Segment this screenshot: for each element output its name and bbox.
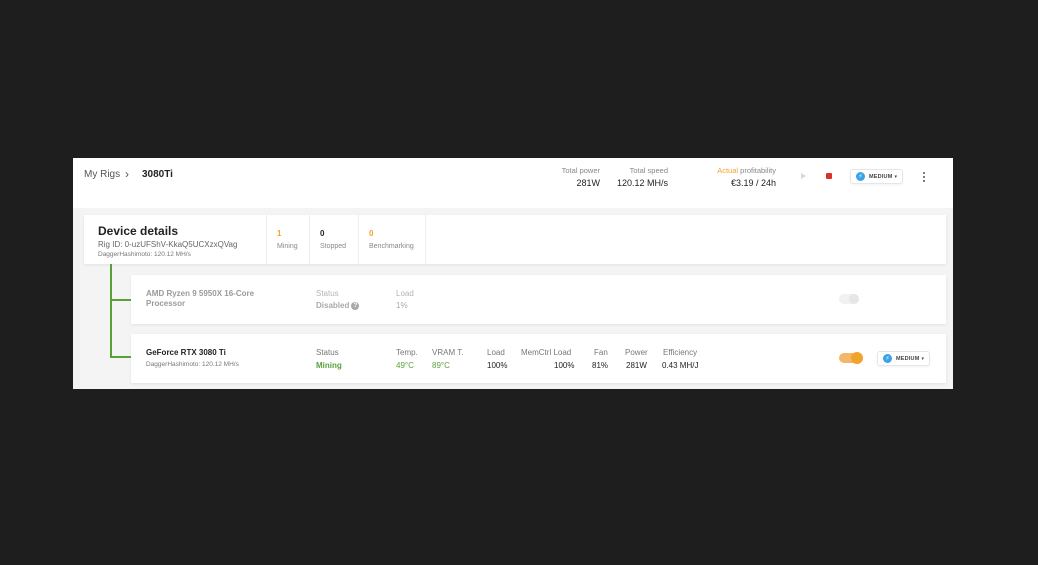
rig-algorithm-speed: DaggerHashimoto: 120.12 MH/s	[98, 251, 191, 258]
device-card-gpu: GeForce RTX 3080 Ti DaggerHashimoto: 120…	[131, 334, 946, 383]
power-mode-dropdown[interactable]: ⚡ MEDIUM ▾	[850, 169, 904, 184]
device-enable-toggle[interactable]	[839, 294, 859, 304]
chevron-down-icon: ▾	[921, 355, 925, 362]
status-text: Disabled	[316, 301, 350, 310]
breadcrumb-my-rigs[interactable]: My Rigs	[84, 169, 120, 180]
play-icon	[800, 173, 806, 179]
device-card-cpu: AMD Ryzen 9 5950X 16-Core Processor Stat…	[131, 275, 946, 324]
breadcrumb-current-rig: 3080Ti	[142, 169, 173, 180]
tree-branch	[110, 356, 132, 358]
device-algorithm-speed: DaggerHashimoto: 120.12 MH/s	[146, 361, 239, 368]
toggle-knob	[849, 294, 859, 304]
total-power-value: 281W	[576, 178, 600, 188]
status-value: Disabled?	[316, 301, 360, 310]
mining-count-value: 1	[277, 229, 282, 238]
load-value: 1%	[396, 301, 408, 310]
help-icon[interactable]: ?	[351, 301, 360, 310]
profitability-label-accent: Actual	[717, 166, 739, 175]
benchmarking-count-label: Benchmarking	[369, 243, 414, 250]
mining-count-label: Mining	[277, 243, 298, 250]
stop-icon	[826, 173, 832, 179]
bolt-icon: ⚡	[883, 354, 892, 363]
stop-button[interactable]	[821, 168, 837, 184]
chevron-down-icon: ▾	[894, 173, 898, 180]
status-label: Status	[316, 289, 339, 298]
profitability-label-rest: profitability	[738, 166, 776, 175]
fan-value: 81%	[592, 361, 609, 370]
device-details-title: Device details	[98, 224, 179, 238]
total-speed-value: 120.12 MH/s	[616, 178, 668, 188]
total-speed-label: Total speed	[629, 166, 668, 175]
stopped-count: 0 Stopped	[309, 215, 358, 264]
mining-count: 1 Mining	[266, 215, 309, 264]
device-name-line2: Processor	[146, 299, 186, 308]
play-button[interactable]	[795, 168, 811, 184]
tree-branch	[110, 299, 132, 301]
tree-connector	[110, 264, 112, 357]
status-label: Status	[316, 348, 339, 357]
power-label: Power	[625, 348, 648, 357]
power-mode-label: MEDIUM	[869, 173, 893, 180]
vram-temp-label: VRAM T.	[432, 348, 464, 357]
load-label: Load	[396, 289, 414, 298]
power-mode-label: MEDIUM	[896, 355, 920, 362]
load-label: Load	[487, 348, 505, 357]
benchmarking-count: 0 Benchmarking	[358, 215, 426, 264]
efficiency-value: 0.43 MH/J	[662, 361, 699, 370]
total-power-label: Total power	[561, 166, 600, 175]
fan-label: Fan	[594, 348, 608, 357]
power-value: 281W	[626, 361, 647, 370]
memctrl-load-label: MemCtrl Load	[521, 348, 572, 357]
efficiency-label: Efficiency	[663, 348, 698, 357]
device-details-card: Device details Rig ID: 0-uzUFShV-KkaQ5UC…	[84, 215, 946, 264]
toggle-knob	[851, 352, 863, 364]
device-name-line1: AMD Ryzen 9 5950X 16-Core	[146, 289, 255, 298]
rig-panel: My Rigs › 3080Ti Total power 281W Total …	[73, 158, 953, 389]
memctrl-load-value: 100%	[554, 361, 575, 370]
temp-value: 49°C	[396, 361, 414, 370]
stopped-count-label: Stopped	[320, 243, 347, 250]
benchmarking-count-value: 0	[369, 229, 374, 238]
bolt-icon: ⚡	[856, 172, 865, 181]
device-power-mode-dropdown[interactable]: ⚡ MEDIUM ▾	[877, 351, 931, 366]
load-value: 100%	[487, 361, 508, 370]
chevron-right-icon: ›	[125, 167, 129, 181]
temp-label: Temp.	[396, 348, 418, 357]
profitability-value: €3.19 / 24h	[730, 178, 776, 188]
more-vertical-icon[interactable]	[921, 170, 927, 184]
status-value: Mining	[316, 361, 342, 370]
device-name: GeForce RTX 3080 Ti	[146, 348, 226, 357]
stopped-count-value: 0	[320, 229, 325, 238]
top-bar: My Rigs › 3080Ti Total power 281W Total …	[73, 158, 953, 208]
profitability-label: Actual profitability	[693, 166, 776, 175]
device-enable-toggle[interactable]	[839, 352, 863, 364]
vram-temp-value: 89°C	[432, 361, 450, 370]
rig-id: Rig ID: 0-uzUFShV-KkaQ5UCXzxQVag	[98, 240, 238, 249]
